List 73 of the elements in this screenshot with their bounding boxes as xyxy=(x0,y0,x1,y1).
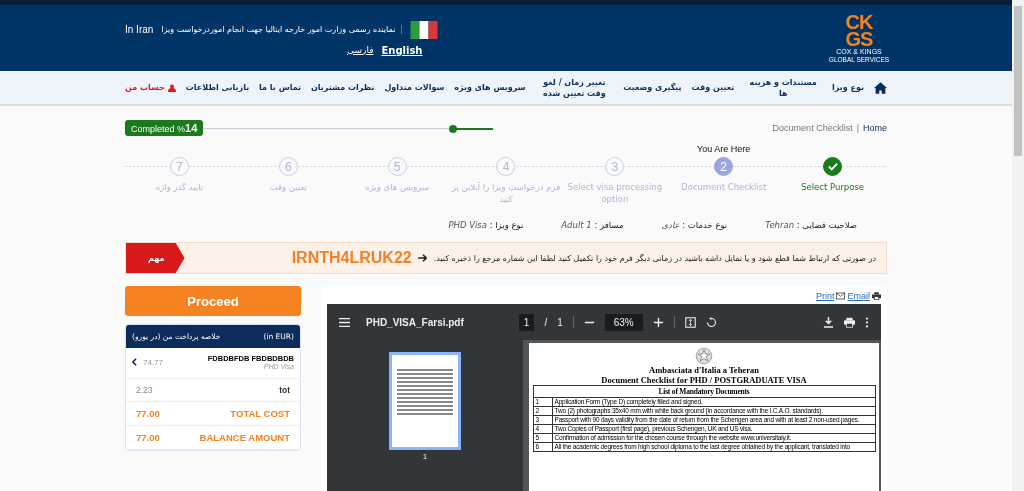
step-number: 7 xyxy=(169,157,189,176)
chevron-icon[interactable] xyxy=(132,358,137,366)
summary-label: BALANCE AMOUNT xyxy=(199,432,290,443)
nav-link[interactable]: پیگیری وضعیت xyxy=(623,82,682,93)
print-link[interactable]: Print xyxy=(815,291,835,301)
progress-badge: Completed %14 xyxy=(125,120,204,136)
info-field: نوع خدمات : عادی xyxy=(661,220,728,230)
nav-link[interactable]: نوع ویزا xyxy=(832,82,865,93)
account-link[interactable]: حساب من xyxy=(125,82,176,93)
step-label: Select Purpose xyxy=(801,181,865,193)
more-icon[interactable] xyxy=(865,316,869,328)
step-label: Document Checklist xyxy=(681,181,767,193)
summary-amount: 77.00 xyxy=(136,408,160,419)
home-icon xyxy=(873,81,887,94)
breadcrumb-current: Document Checklist xyxy=(772,123,853,133)
step-label: فرم درخواست ویزا را آنلاین پر کنید xyxy=(451,181,561,205)
page-thumbnail[interactable] xyxy=(389,352,461,450)
thumbnail-page-number: 1 xyxy=(422,452,428,461)
printer-icon xyxy=(872,292,881,300)
rotate-icon[interactable] xyxy=(705,316,717,328)
reference-code: IRNTH4LRUK22 xyxy=(291,249,412,267)
nav-link[interactable]: تغییر زمان / لغو وقت تعیین شده xyxy=(535,76,614,99)
summary-label: TOTAL COST xyxy=(230,408,290,419)
page-count: 1 xyxy=(557,316,563,328)
page-separator: / xyxy=(544,316,548,328)
nav-link[interactable]: تماس با ما xyxy=(259,82,302,93)
flag-icon xyxy=(410,20,439,39)
breadcrumb-link[interactable]: Home xyxy=(863,123,887,133)
location-text: In Iran xyxy=(125,24,154,35)
user-icon xyxy=(167,83,176,92)
nav-link[interactable]: سرویس های ویژه xyxy=(454,82,526,93)
nav-link[interactable]: نظرات مشتریان xyxy=(311,82,375,93)
notice-text: در صورتی که ارتباط شما قطع شود و یا تمایل داشه باشید در زمانی دیگر فرم خود را تکمیل کنید لطفا این شماره مرجع را ذخیره کنید. xyxy=(433,253,877,263)
step-label: سرویس های ویژه xyxy=(365,181,430,193)
step-label: Select visa processing option xyxy=(566,181,664,205)
important-badge: مهم xyxy=(126,243,185,273)
step-number: 3 xyxy=(605,157,625,176)
step-number: 5 xyxy=(387,157,407,176)
page-input[interactable]: 1 xyxy=(518,313,535,331)
nav-link[interactable]: مستندات و هزینه ها xyxy=(744,76,823,99)
nav-link[interactable]: تعیین وقت xyxy=(691,82,735,93)
download-icon[interactable] xyxy=(823,316,834,328)
zoom-in-icon[interactable] xyxy=(652,316,664,328)
arrow-icon xyxy=(417,254,428,262)
summary-label: tot xyxy=(279,385,290,395)
nav-link[interactable]: سوالات متداول xyxy=(384,82,445,93)
envelope-icon xyxy=(836,292,846,300)
printer-icon[interactable] xyxy=(844,316,855,328)
breadcrumb-separator: | xyxy=(856,123,859,133)
step-number: 4 xyxy=(496,157,516,176)
summary-amount: 77.00 xyxy=(136,432,160,443)
item-amount: 74.77 xyxy=(143,357,164,367)
email-link[interactable]: Email xyxy=(847,291,870,301)
zoom-field[interactable]: 63% xyxy=(604,313,643,331)
language-link[interactable]: فارسی xyxy=(347,44,374,56)
step-label: تایید گذر واژه xyxy=(155,181,204,193)
you-are-here-label: You Are Here xyxy=(697,144,751,154)
file-name: PHD_VISA_Farsi.pdf xyxy=(366,316,464,328)
summary-amount: 2.23 xyxy=(136,385,153,395)
step-number: 2 xyxy=(714,157,734,176)
scrollbar[interactable] xyxy=(1012,0,1024,491)
check-icon xyxy=(827,162,838,171)
step-number: 6 xyxy=(278,157,298,176)
nav-link[interactable]: بازیابی اطلاعات xyxy=(185,82,250,93)
step-label: تعیین وقت xyxy=(269,181,307,193)
menu-icon[interactable] xyxy=(339,316,350,328)
language-link[interactable]: English xyxy=(381,44,423,56)
emblem-icon xyxy=(695,347,713,365)
fit-page-icon[interactable] xyxy=(684,316,696,328)
document-title: Ambasciata d'Italia a Teheran xyxy=(649,365,759,375)
home-link[interactable] xyxy=(873,81,887,94)
tagline: نماینده رسمی وزارت امور خارجه ایتالیا جهت انجام اموردرخواست ویزا xyxy=(161,25,403,34)
document-subtitle: Document Checklist for PHD / POSTGRADUATE VISA xyxy=(601,375,807,385)
